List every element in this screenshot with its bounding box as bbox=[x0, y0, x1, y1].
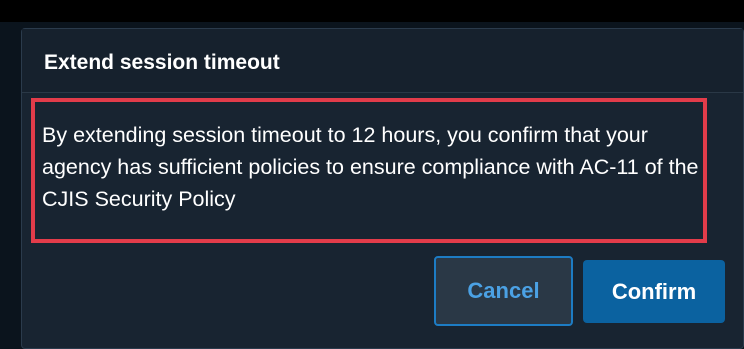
dialog-header: Extend session timeout bbox=[22, 29, 743, 93]
dialog-message: By extending session timeout to 12 hours… bbox=[42, 123, 699, 211]
cancel-button[interactable]: Cancel bbox=[434, 256, 573, 326]
extend-session-dialog: Extend session timeout By extending sess… bbox=[21, 28, 744, 349]
confirm-button[interactable]: Confirm bbox=[583, 260, 725, 323]
dialog-title: Extend session timeout bbox=[44, 51, 280, 74]
backdrop bbox=[0, 0, 744, 22]
